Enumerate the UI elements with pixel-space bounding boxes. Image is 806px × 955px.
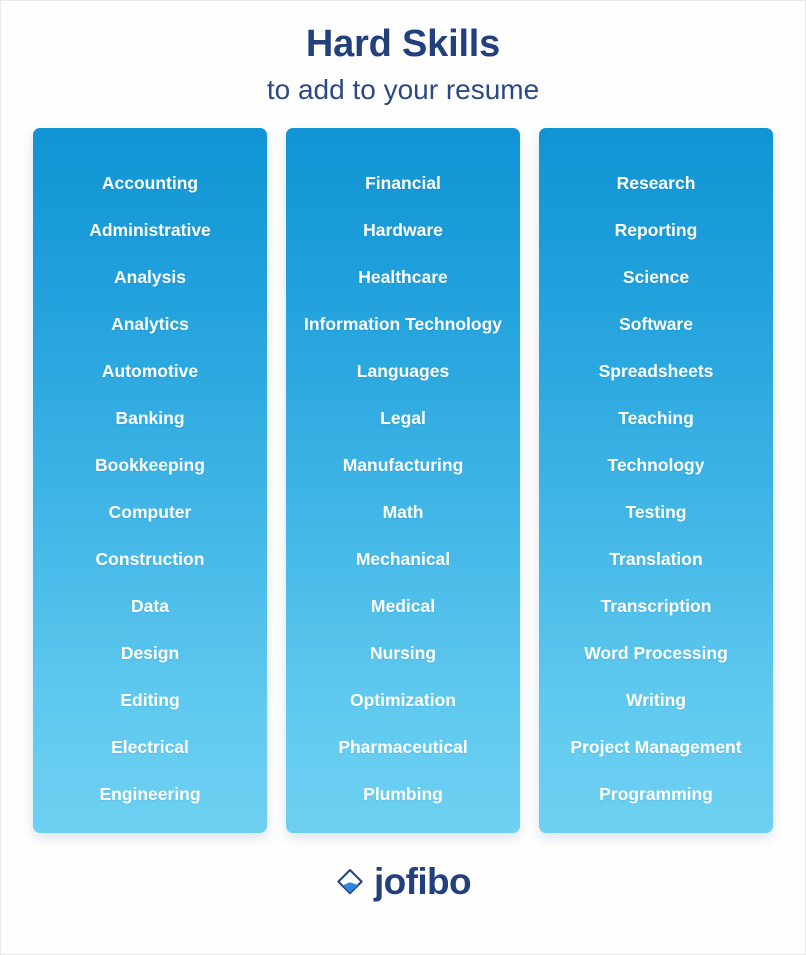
skill-item: Translation	[609, 549, 703, 570]
brand-footer: jofibo	[335, 861, 472, 903]
page-title: Hard Skills	[305, 23, 501, 65]
skill-item: Science	[622, 267, 690, 288]
skill-item: Computer	[108, 502, 192, 523]
skill-item: Writing	[626, 690, 686, 711]
skill-item: Teaching	[618, 408, 694, 429]
skill-item: Administrative	[89, 220, 211, 241]
skill-item: Mechanical	[355, 549, 451, 570]
skill-item: Nursing	[369, 643, 437, 664]
skill-item: Pharmaceutical	[338, 737, 468, 758]
skill-item: Financial	[365, 173, 441, 194]
jofibo-diamond-droplet-icon	[335, 867, 365, 897]
skill-item: Construction	[95, 549, 205, 570]
skill-item: Analytics	[111, 314, 189, 335]
skill-item: Spreadsheets	[598, 361, 714, 382]
skill-item: Languages	[356, 361, 450, 382]
skill-item: Programming	[599, 784, 713, 805]
skill-item: Automotive	[101, 361, 199, 382]
skill-columns: Accounting Administrative Analysis Analytic…	[33, 128, 773, 834]
skill-item: Math	[382, 502, 424, 523]
skill-item: Manufacturing	[342, 455, 464, 476]
skill-item: Transcription	[600, 596, 712, 617]
skill-item: Analysis	[114, 267, 186, 288]
skill-item: Banking	[115, 408, 185, 429]
skill-card-3: Research Reporting Science Software Spreadsh…	[539, 128, 773, 834]
skill-item: Information Technology	[303, 314, 502, 335]
skill-item: Technology	[607, 455, 705, 476]
skill-card-1: Accounting Administrative Analysis Analytic…	[33, 128, 267, 834]
skill-item: Hardware	[363, 220, 443, 241]
skill-item: Legal	[380, 408, 426, 429]
skill-item: Optimization	[350, 690, 456, 711]
skill-item: Healthcare	[358, 267, 448, 288]
skill-item: Project Management	[570, 737, 742, 758]
skill-item: Design	[120, 643, 180, 664]
skill-item: Testing	[625, 502, 687, 523]
poster-header: Hard Skills to add to your resume	[1, 1, 805, 106]
skill-item: Research	[616, 173, 696, 194]
skill-item: Word Processing	[584, 643, 728, 664]
skill-item: Bookkeeping	[95, 455, 205, 476]
skill-item: Data	[131, 596, 169, 617]
skill-item: Electrical	[111, 737, 189, 758]
skill-card-2: Financial Hardware Healthcare Information T…	[286, 128, 520, 834]
skill-item: Accounting	[101, 173, 199, 194]
page-subtitle: to add to your resume	[266, 73, 540, 105]
skill-item: Editing	[120, 690, 180, 711]
skill-item: Engineering	[99, 784, 201, 805]
brand-name: jofibo	[373, 861, 472, 903]
skill-item: Plumbing	[363, 784, 443, 805]
infographic-poster: Hard Skills to add to your resume Accoun…	[0, 0, 806, 955]
skill-item: Reporting	[614, 220, 698, 241]
skill-item: Medical	[370, 596, 436, 617]
skill-item: Software	[619, 314, 693, 335]
